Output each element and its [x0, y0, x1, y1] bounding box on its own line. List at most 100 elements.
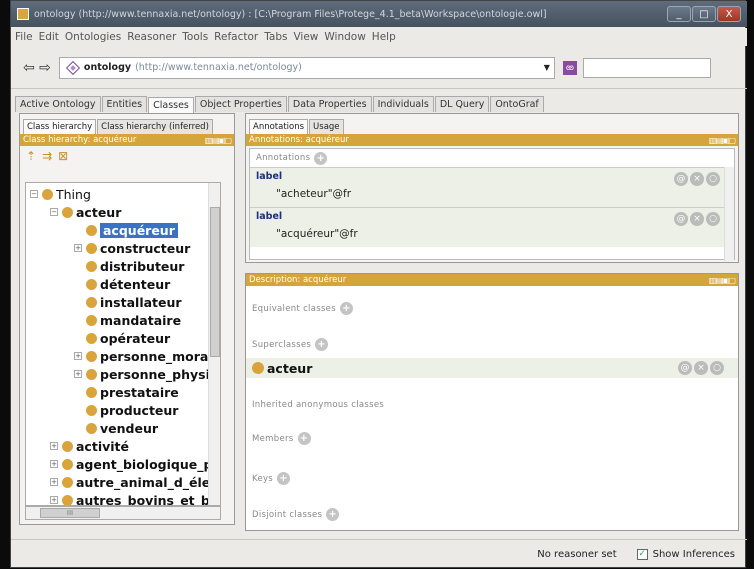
expand-icon[interactable]: +: [74, 352, 82, 360]
tree-node-constructeur[interactable]: constructeur: [86, 239, 190, 257]
expand-icon[interactable]: +: [74, 370, 82, 378]
description-panel: Description: acquéreur ▥▤▣▢ Equivalent c…: [245, 273, 739, 531]
delete-icon[interactable]: ×: [694, 361, 708, 375]
tab-ontograf[interactable]: OntoGraf: [490, 96, 544, 112]
tab-active-ontology[interactable]: Active Ontology: [15, 96, 101, 112]
tree-horizontal-scrollbar[interactable]: III: [25, 506, 221, 520]
hierarchy-toolbar: ⇡ ⇉ ⊠: [20, 146, 234, 166]
menu-edit[interactable]: Edit: [39, 31, 59, 43]
tab-dl-query[interactable]: DL Query: [434, 96, 490, 112]
add-member-icon[interactable]: +: [297, 432, 311, 445]
delete-class-icon[interactable]: ⊠: [58, 149, 68, 163]
tree-node-distributeur[interactable]: distributeur: [86, 257, 184, 275]
expand-icon[interactable]: +: [50, 460, 58, 468]
add-superclass-icon[interactable]: +: [315, 338, 329, 351]
delete-icon[interactable]: ×: [690, 172, 704, 186]
ontology-name: ontology: [83, 62, 132, 73]
app-icon: [17, 8, 29, 20]
annotations-title: Annotations: acquéreur: [249, 135, 349, 145]
annotate-icon[interactable]: @: [678, 361, 692, 375]
tree-node-personne-morale[interactable]: personne_morale: [86, 347, 220, 365]
view-controls-icon[interactable]: ▥▤▣▢: [709, 136, 736, 145]
tab-class-hierarchy[interactable]: Class hierarchy: [23, 119, 97, 134]
menu-view[interactable]: View: [293, 31, 318, 43]
tree-node-mandataire[interactable]: mandataire: [86, 311, 181, 329]
window-title: ontology (http://www.tennaxia.net/ontolo…: [34, 8, 547, 20]
add-annotation-icon[interactable]: +: [314, 151, 328, 165]
superclass-row[interactable]: acteur @ × ○: [246, 358, 738, 378]
tab-data-properties[interactable]: Data Properties: [287, 96, 372, 112]
back-forward-arrows-icon[interactable]: ⇦ ⇨: [23, 60, 51, 76]
tree-node-thing[interactable]: Thing: [42, 185, 91, 203]
add-equivalent-class-icon[interactable]: +: [339, 302, 353, 315]
annotations-scrollbar[interactable]: [724, 167, 734, 261]
annotation-row[interactable]: label "acheteur"@fr @ × ○: [250, 167, 734, 207]
expand-icon[interactable]: +: [50, 442, 58, 450]
menu-tools[interactable]: Tools: [182, 31, 208, 43]
title-bar: ontology (http://www.tennaxia.net/ontolo…: [11, 1, 747, 27]
tab-object-properties[interactable]: Object Properties: [194, 96, 287, 112]
tree-node-prestataire[interactable]: prestataire: [86, 383, 179, 401]
tab-entities[interactable]: Entities: [101, 96, 148, 112]
edit-icon[interactable]: ○: [706, 212, 720, 226]
tab-individuals[interactable]: Individuals: [372, 96, 434, 112]
annotate-icon[interactable]: @: [674, 172, 688, 186]
dropdown-arrow-icon[interactable]: ▼: [544, 63, 550, 72]
class-icon: [86, 260, 97, 272]
menu-file[interactable]: File: [15, 31, 33, 43]
menu-window[interactable]: Window: [324, 31, 365, 43]
add-key-icon[interactable]: +: [277, 472, 291, 485]
tree-node-autres-bovins[interactable]: autres_bovins_et_bu: [62, 491, 219, 505]
tree-node-producteur[interactable]: producteur: [86, 401, 178, 419]
search-input[interactable]: [582, 57, 711, 78]
search-icon[interactable]: ꙭ: [562, 60, 577, 75]
collapse-icon[interactable]: −: [30, 190, 38, 198]
tab-annotations[interactable]: Annotations: [249, 119, 309, 134]
annotate-icon[interactable]: @: [674, 212, 688, 226]
tree-node-acteur[interactable]: acteur: [62, 203, 121, 221]
tree-node-operateur[interactable]: opérateur: [86, 329, 170, 347]
tree-node-activite[interactable]: activité: [62, 437, 129, 455]
tree-vertical-scrollbar[interactable]: [208, 183, 220, 505]
menu-tabs[interactable]: Tabs: [264, 31, 287, 43]
minimize-button[interactable]: _: [667, 6, 691, 22]
edit-icon[interactable]: ○: [710, 361, 724, 375]
expand-icon[interactable]: +: [50, 478, 58, 486]
menu-reasoner[interactable]: Reasoner: [127, 31, 176, 43]
tab-class-hierarchy-inferred[interactable]: Class hierarchy (inferred): [97, 119, 213, 134]
expand-icon[interactable]: +: [74, 244, 82, 252]
tree-node-vendeur[interactable]: vendeur: [86, 419, 158, 437]
class-icon: [86, 296, 97, 308]
tree-node-acquereur[interactable]: acquéreur: [86, 221, 178, 239]
add-subclass-icon[interactable]: ⇡: [26, 149, 36, 163]
tab-usage[interactable]: Usage: [309, 119, 344, 134]
class-icon: [86, 242, 97, 254]
tab-classes[interactable]: Classes: [148, 97, 194, 113]
annotation-property: label: [256, 211, 283, 222]
maximize-button[interactable]: □: [692, 6, 716, 22]
close-button[interactable]: X: [717, 6, 741, 22]
tree-node-personne-physique[interactable]: personne_physiq: [86, 365, 219, 383]
view-controls-icon[interactable]: ▥▤▣▢: [205, 136, 232, 145]
add-disjoint-class-icon[interactable]: +: [326, 508, 340, 521]
view-controls-icon[interactable]: ▥▤▣▢: [709, 276, 736, 285]
collapse-icon[interactable]: −: [50, 208, 58, 216]
annotations-section: Annotations +: [250, 149, 734, 167]
tree-node-agent-biologique[interactable]: agent_biologique_p: [62, 455, 212, 473]
edit-icon[interactable]: ○: [706, 172, 720, 186]
menu-refactor[interactable]: Refactor: [214, 31, 258, 43]
add-sibling-icon[interactable]: ⇉: [42, 149, 52, 163]
delete-icon[interactable]: ×: [690, 212, 704, 226]
menu-help[interactable]: Help: [372, 31, 396, 43]
description-title: Description: acquéreur: [249, 275, 347, 285]
scrollbar-thumb[interactable]: III: [40, 508, 100, 518]
annotation-row[interactable]: label "acquéreur"@fr @ × ○: [250, 207, 734, 247]
tree-node-detenteur[interactable]: détenteur: [86, 275, 170, 293]
tree-node-installateur[interactable]: installateur: [86, 293, 182, 311]
scrollbar-thumb[interactable]: [210, 207, 220, 357]
ontology-selector[interactable]: ontology (http://www.tennaxia.net/ontolo…: [58, 56, 555, 79]
tree-node-autre-animal[interactable]: autre_animal_d_élev: [62, 473, 218, 491]
show-inferences-checkbox[interactable]: ✓: [636, 549, 648, 560]
menu-ontologies[interactable]: Ontologies: [65, 31, 121, 43]
expand-icon[interactable]: +: [50, 496, 58, 504]
